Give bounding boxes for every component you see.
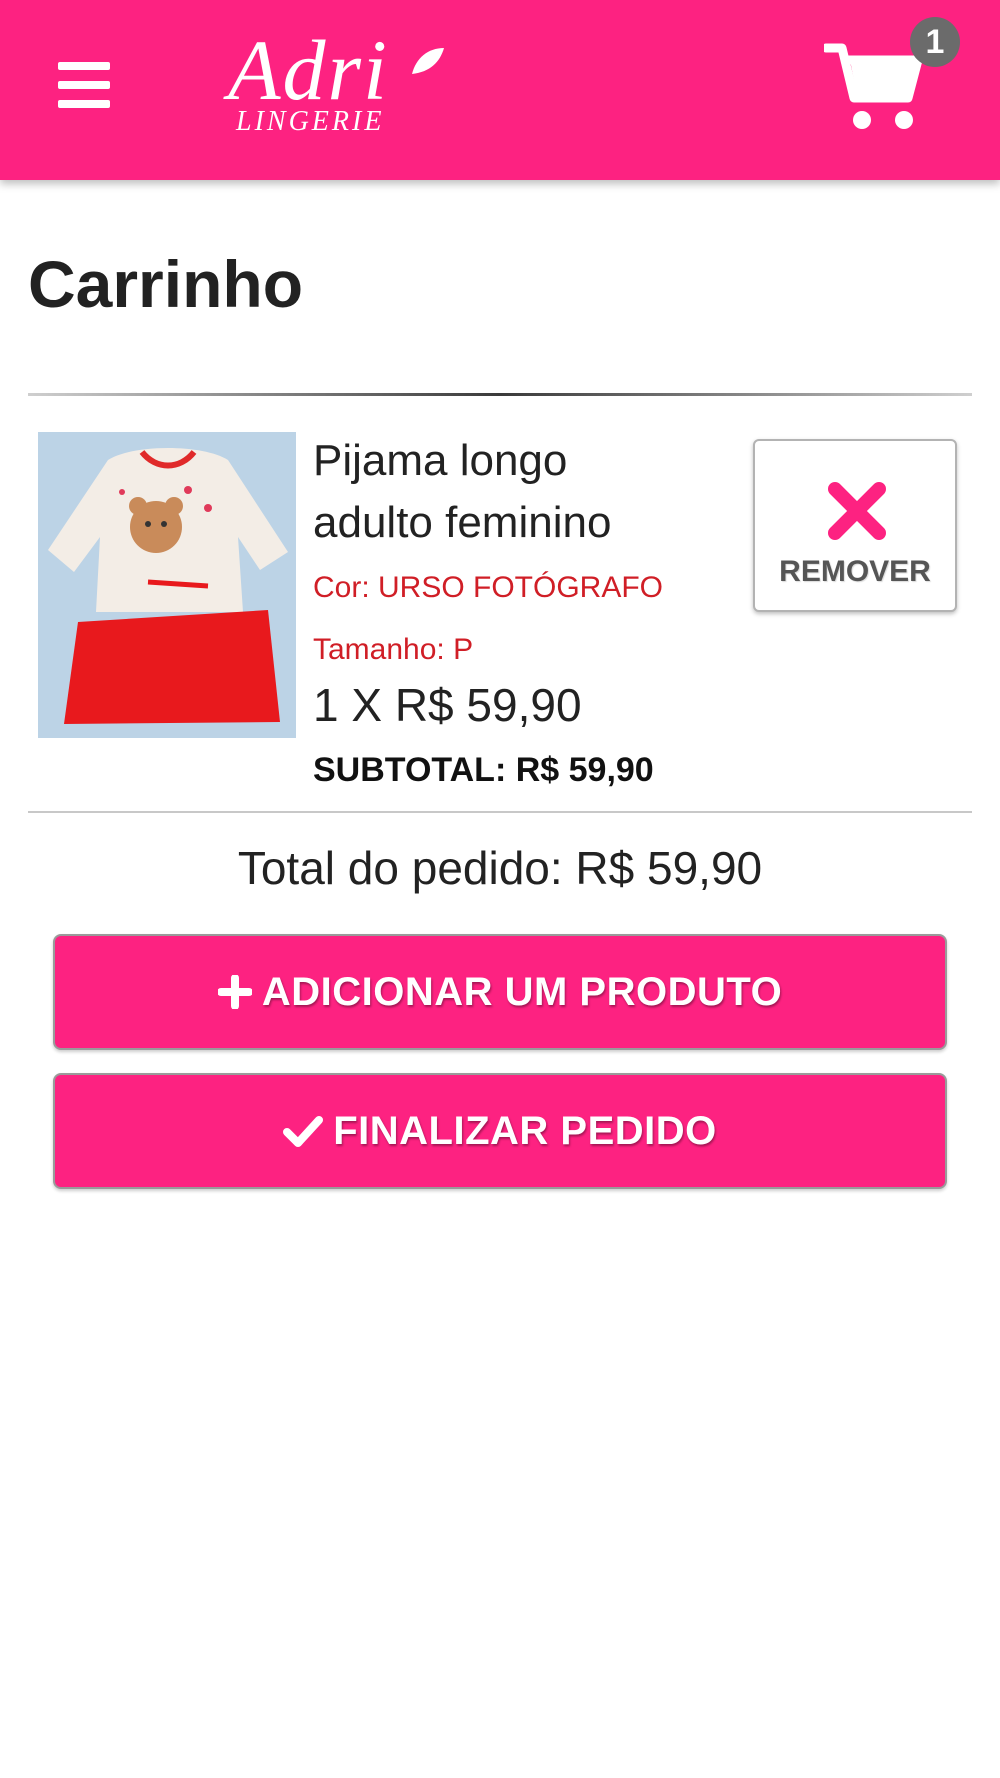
product-size: Tamanho: P (313, 633, 474, 666)
check-icon (283, 1116, 324, 1147)
menu-button[interactable] (58, 62, 110, 108)
leaf-icon (412, 48, 444, 74)
logo[interactable]: Adri LINGERIE (228, 20, 458, 150)
finish-order-label: FINALIZAR PEDIDO (333, 1108, 717, 1153)
cart-icon (824, 43, 923, 129)
product-subtotal: SUBTOTAL: R$ 59,90 (313, 751, 654, 789)
add-product-button[interactable]: ADICIONAR UM PRODUTO (53, 934, 947, 1050)
logo-script: Adri (228, 22, 389, 118)
order-total: Total do pedido: R$ 59,90 (237, 842, 763, 894)
close-icon (828, 482, 886, 540)
add-product-label: ADICIONAR UM PRODUTO (261, 969, 783, 1014)
divider (28, 811, 972, 813)
remove-button[interactable]: REMOVER (753, 439, 957, 612)
product-color: Cor: URSO FOTÓGRAFO (313, 571, 664, 604)
product-image[interactable] (38, 432, 296, 738)
finish-order-button[interactable]: FINALIZAR PEDIDO (53, 1073, 947, 1189)
logo-subtitle: LINGERIE (236, 106, 385, 137)
product-quantity-price: 1 X R$ 59,90 (313, 679, 582, 731)
hamburger-icon-bar (58, 100, 110, 108)
page-title: Carrinho (28, 247, 304, 321)
divider (28, 393, 972, 396)
hamburger-icon-bar (58, 62, 110, 70)
product-name: Pijama longo adulto feminino (313, 436, 612, 547)
cart-count-badge: 1 (910, 17, 960, 67)
top-bar: Adri LINGERIE 1 (0, 0, 1000, 180)
hamburger-icon-bar (58, 81, 110, 89)
remove-label: REMOVER (779, 555, 931, 588)
plus-icon (217, 975, 252, 1009)
